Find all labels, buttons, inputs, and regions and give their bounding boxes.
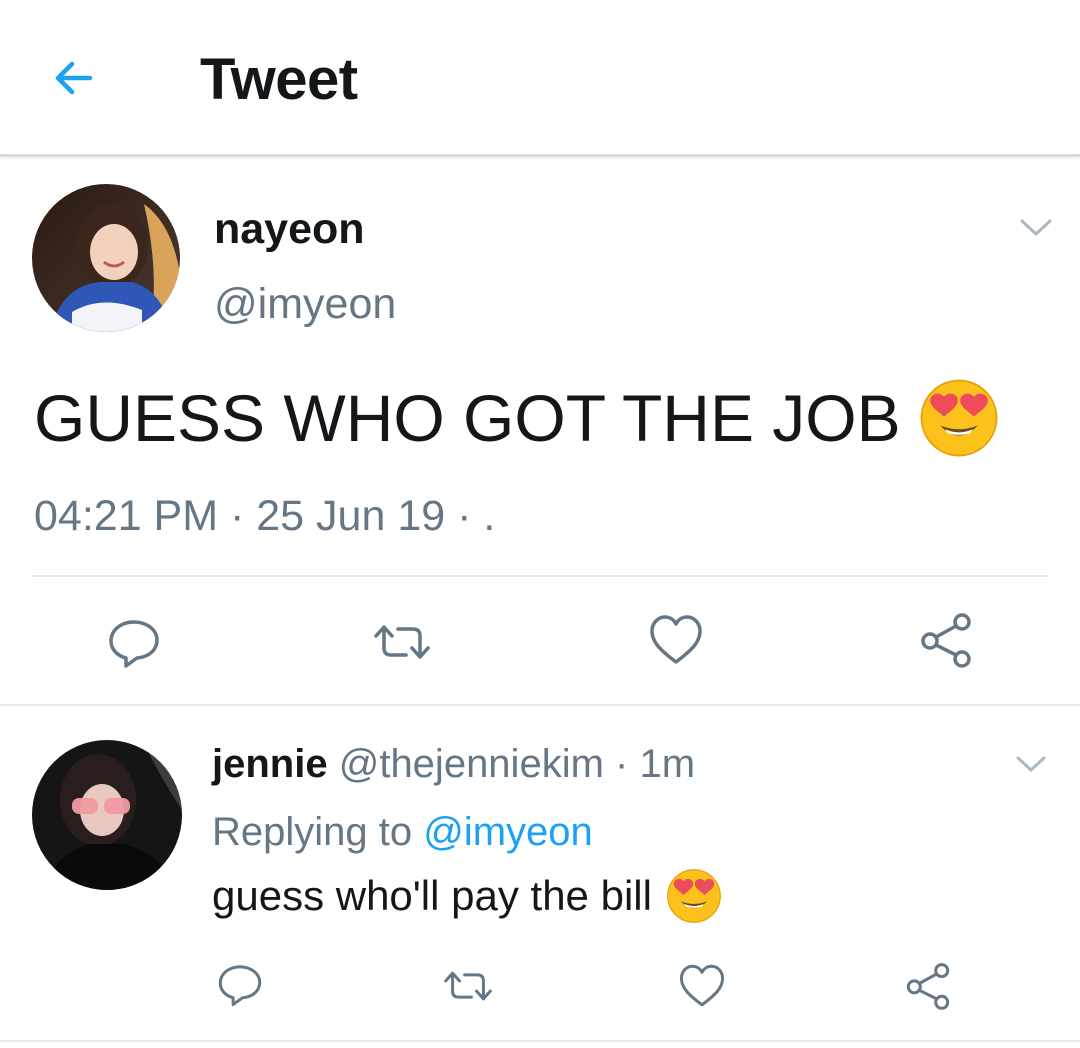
app-header: [0, 0, 1080, 157]
reply-text-content: guess who'll pay the bill: [212, 872, 652, 919]
reply-display-name[interactable]: jennie: [212, 742, 328, 786]
retweet-button[interactable]: [440, 962, 496, 1010]
reply-handle-time[interactable]: @thejenniekim · 1m: [339, 742, 695, 786]
avatar[interactable]: [32, 740, 182, 890]
reply-button[interactable]: [106, 614, 162, 670]
bottom-divider: [0, 1040, 1080, 1042]
retweet-button[interactable]: [370, 614, 434, 670]
tweet-text-content: GUESS WHO GOT THE JOB: [34, 381, 901, 455]
like-icon: [679, 964, 725, 1007]
section-divider: [0, 704, 1080, 706]
heart-eyes-emoji: [666, 868, 722, 924]
share-icon: [921, 613, 971, 668]
divider: [32, 575, 1048, 577]
reply-menu-button[interactable]: [1012, 750, 1050, 778]
reply-header: jennie @thejenniekim · 1m: [212, 742, 695, 787]
chevron-down-icon: [1016, 756, 1046, 772]
reply-icon: [109, 620, 159, 668]
avatar[interactable]: [32, 184, 180, 332]
user-handle[interactable]: @imyeon: [214, 280, 396, 329]
like-button[interactable]: [648, 612, 704, 668]
replying-handle-link[interactable]: @imyeon: [423, 810, 593, 854]
reply-text: guess who'll pay the bill: [212, 868, 722, 924]
share-button[interactable]: [904, 962, 952, 1010]
like-icon: [650, 615, 702, 664]
retweet-icon: [444, 971, 492, 1001]
replying-prefix: Replying to: [212, 810, 424, 854]
chevron-down-icon: [1020, 219, 1052, 236]
back-button[interactable]: [44, 50, 108, 106]
retweet-icon: [374, 625, 430, 659]
share-button[interactable]: [918, 612, 974, 668]
display-name[interactable]: nayeon: [214, 205, 365, 254]
tweet-timestamp: 04:21 PM · 25 Jun 19 · .: [34, 492, 496, 540]
page-title: Tweet: [200, 47, 358, 112]
tweet-text: GUESS WHO GOT THE JOB: [34, 378, 999, 458]
reply-button[interactable]: [216, 960, 264, 1008]
reply-icon: [218, 965, 262, 1007]
heart-eyes-emoji: [919, 378, 999, 458]
tweet-menu-button[interactable]: [1016, 212, 1056, 242]
arrow-left-icon: [55, 61, 93, 95]
like-button[interactable]: [678, 962, 726, 1010]
share-icon: [906, 963, 950, 1010]
replying-to: Replying to @imyeon: [212, 810, 593, 855]
